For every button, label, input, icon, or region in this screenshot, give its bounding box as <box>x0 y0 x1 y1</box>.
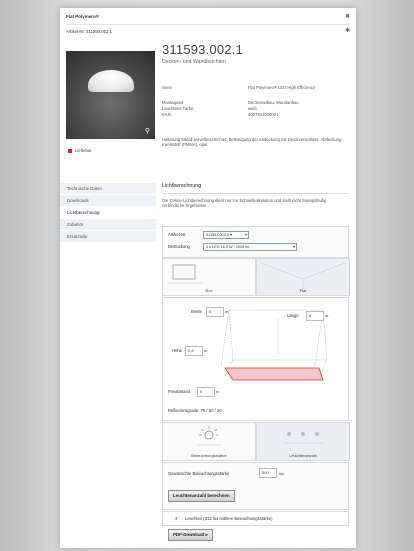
mode-luminaire-count[interactable]: Leuchtenanzahl <box>256 422 350 461</box>
mode-illuminance[interactable]: Beleuchtungsstärke <box>162 422 256 461</box>
width-label: Breite <box>191 309 202 314</box>
sidebar-nav: Technische Daten Downloads Lichtberechnu… <box>60 182 156 242</box>
pin-icon[interactable]: ✱ <box>345 27 350 34</box>
length-label: Länge <box>287 313 299 318</box>
product-image[interactable]: ⚲ <box>66 51 155 139</box>
product-name: Flat Polymero® <box>66 14 100 19</box>
calc-section: Lichtberechnung Die Online-Lichtberechnu… <box>162 182 348 208</box>
sidebar-item-technical-data[interactable]: Technische Daten <box>60 182 156 194</box>
pdf-download-button[interactable]: PDF-Download ▸ <box>168 529 213 541</box>
product-description: Halterung Metall pulverbeschichtet, Befe… <box>162 137 342 148</box>
width-unit: m <box>225 309 229 314</box>
reflection-info: Reflexionsgrade: 70 / 50 / 20 <box>168 408 222 413</box>
room-type-box[interactable]: Box <box>162 258 256 296</box>
availability-label: Lieferbar <box>75 148 92 153</box>
lamp-image <box>88 70 134 92</box>
mode-luminaire-count-label: Leuchtenanzahl <box>288 453 318 458</box>
article-number-title: 311593.002.1 <box>162 42 243 57</box>
zoom-icon[interactable]: ⚲ <box>145 127 150 135</box>
spec-row: EAN 4007841000001 <box>162 112 347 118</box>
spec-key: EAN <box>162 112 171 117</box>
height-input[interactable]: 2,8 <box>185 346 203 356</box>
header-divider <box>66 24 350 25</box>
calc-form-panel: Artikel-Nr. 311593.002.1 ▾ Bestückung 1 … <box>162 226 349 258</box>
spec-key: Montageart <box>162 100 184 105</box>
workplane-input[interactable]: 0 <box>197 387 215 397</box>
calc-divider <box>162 193 348 194</box>
sidebar-item-downloads[interactable]: Downloads <box>60 194 156 206</box>
luminaire-result-text: Leuchten (312 lux mittlere Beleuchtungss… <box>185 516 273 521</box>
room-type-box-label: Box <box>205 288 213 293</box>
calc-intro: Die Online-Lichtberechnung dient nur zur… <box>162 198 327 209</box>
spec-value: Flat Polymero® LED High Efficiency <box>248 85 316 90</box>
lamp-select-label: Bestückung <box>168 244 190 249</box>
spec-row: Serie Flat Polymero® LED High Efficiency <box>162 85 347 96</box>
luminaire-result-row: 3 Leuchten (312 lux mittlere Beleuchtung… <box>162 511 349 526</box>
product-detail-dialog: Flat Polymero® ✖ Artikel-Nr. 311593.002.… <box>60 8 356 548</box>
workplane-unit: m <box>216 389 220 394</box>
spec-table: Serie Flat Polymero® LED High Efficiency … <box>162 85 347 118</box>
target-illuminance-unit: lux <box>279 471 285 476</box>
height-label: Höhe <box>172 348 183 353</box>
room-dimensions-panel: Breite 5 m Länge 6 m Höhe 2,8 m Freiabst… <box>162 297 349 421</box>
target-illuminance-input[interactable]: 300 <box>259 468 277 478</box>
article-select[interactable]: 311593.002.1 ▾ <box>203 231 249 239</box>
sidebar-item-accessories[interactable]: Zubehör <box>60 218 156 230</box>
article-select-label: Artikel-Nr. <box>168 232 187 237</box>
close-icon[interactable]: ✖ <box>345 13 350 20</box>
availability-status: Lieferbar <box>68 148 92 153</box>
compute-luminaires-button[interactable]: Leuchtenanzahl berechnen <box>168 490 235 502</box>
luminaire-count-value: 3 <box>175 516 178 521</box>
product-subtitle: Decken- und Wandleuchten <box>162 59 226 65</box>
spec-value: Deckenanbau, Wandanbau <box>248 100 299 105</box>
lamp-select[interactable]: 1 x LED 16,5 W / 2000 lm <box>203 243 297 251</box>
calc-title: Lichtberechnung <box>162 183 202 189</box>
spec-key: Leuchtens Farbe <box>162 106 194 111</box>
width-input[interactable]: 5 <box>206 307 224 317</box>
target-illuminance-label: Gewünschte Beleuchtungsstärke <box>168 471 230 476</box>
spec-value: 4007841000001 <box>248 112 279 117</box>
article-line: Artikel-Nr. 311593.002.1 <box>66 29 113 34</box>
length-unit: m <box>325 313 329 318</box>
sidebar-item-light-calculation[interactable]: Lichtberechnung <box>60 206 156 218</box>
status-dot-icon <box>68 148 72 153</box>
spec-value: weiß <box>248 106 257 111</box>
spec-key: Serie <box>162 85 172 90</box>
mode-illuminance-label: Beleuchtungsstärke <box>191 453 227 458</box>
workplane-label: Freiabstand <box>168 389 191 394</box>
room-type-flat-label: Flat <box>299 288 307 293</box>
height-unit: m <box>204 348 208 353</box>
sidebar-item-spare-parts[interactable]: Ersatzteile <box>60 230 156 242</box>
calc-result-panel: Gewünschte Beleuchtungsstärke 300 lux Le… <box>162 462 349 510</box>
length-input[interactable]: 6 <box>306 311 324 321</box>
room-type-flat[interactable]: Flat <box>256 258 350 296</box>
